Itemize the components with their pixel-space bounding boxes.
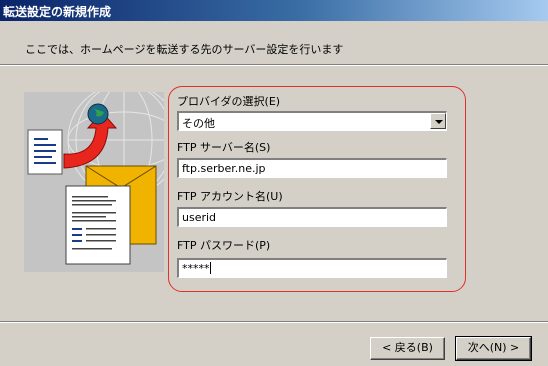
illustration-svg (27, 92, 164, 265)
ftp-account-input[interactable]: userid (177, 207, 447, 227)
footer-divider (0, 321, 548, 323)
account-label: FTP アカウント名(U) (177, 190, 283, 203)
ftp-server-value: ftp.serber.ne.jp (182, 162, 266, 175)
provider-label: プロバイダの選択(E) (177, 95, 281, 108)
ftp-account-value: userid (182, 211, 217, 224)
header-divider (0, 64, 548, 66)
provider-select[interactable]: その他 (177, 111, 447, 131)
next-button[interactable]: 次へ(N) > (455, 336, 532, 361)
ftp-server-input[interactable]: ftp.serber.ne.jp (177, 158, 447, 178)
server-label: FTP サーバー名(S) (177, 141, 271, 154)
title-bar[interactable]: 転送設定の新規作成 (0, 0, 548, 21)
globe-icon (87, 103, 109, 125)
dropdown-arrow-icon[interactable] (430, 113, 446, 129)
window-title: 転送設定の新規作成 (3, 5, 112, 19)
page-description: ここでは、ホームページを転送する先のサーバー設定を行います (25, 43, 344, 56)
report-page-icon (65, 185, 131, 265)
provider-selected-value: その他 (182, 117, 215, 130)
text-caret (209, 262, 211, 274)
wizard-illustration (24, 92, 164, 272)
password-label: FTP パスワード(P) (177, 239, 271, 252)
document-icon (27, 129, 63, 175)
ftp-password-value: ***** (182, 262, 210, 275)
ftp-password-input[interactable]: ***** (177, 258, 447, 278)
back-button[interactable]: < 戻る(B) (370, 337, 445, 360)
